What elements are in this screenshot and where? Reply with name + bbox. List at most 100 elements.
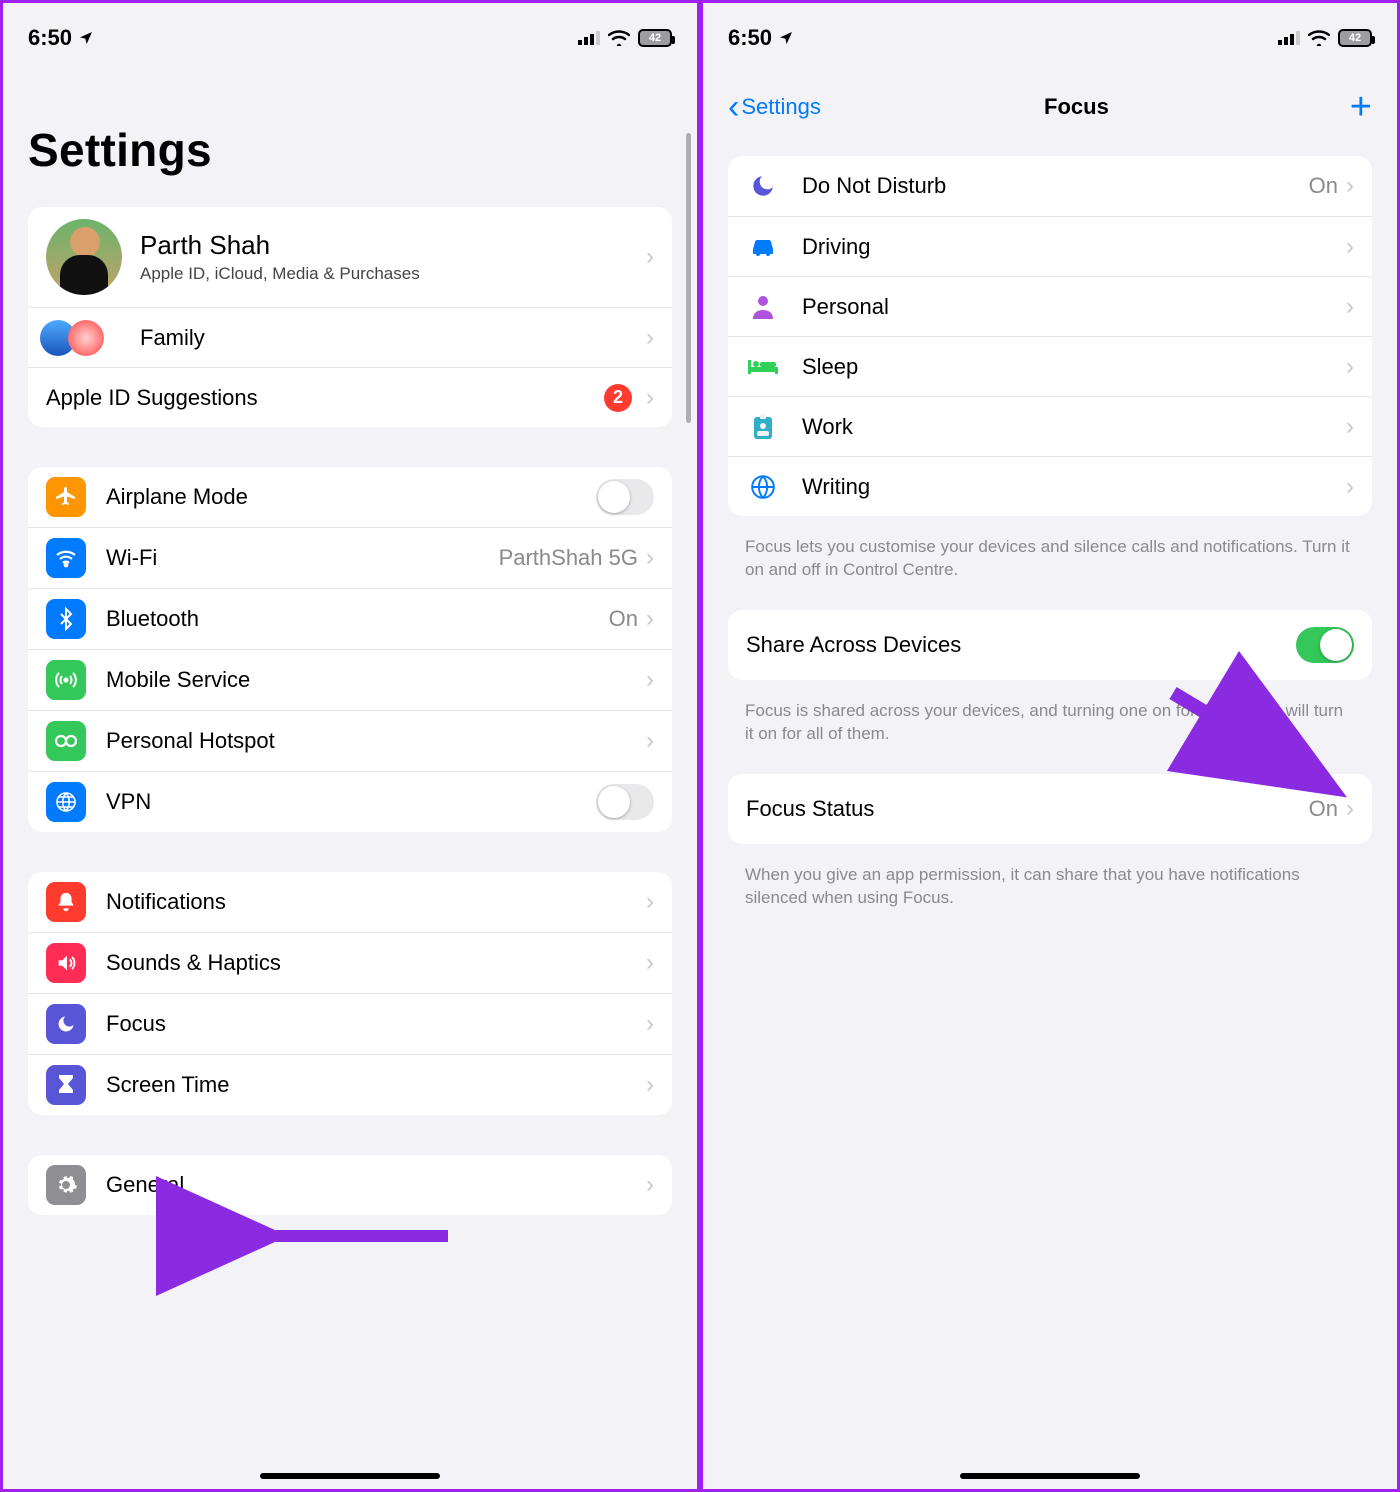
badge-count: 2: [604, 384, 632, 412]
suggestions-row[interactable]: Apple ID Suggestions 2 ›: [28, 367, 672, 427]
page-title: Settings: [3, 73, 697, 207]
hotspot-row[interactable]: Personal Hotspot ›: [28, 710, 672, 771]
nav-bar: ‹ Settings Focus +: [703, 73, 1397, 141]
share-note: Focus is shared across your devices, and…: [703, 690, 1397, 774]
focus-label: Focus: [106, 1011, 646, 1037]
person-icon: [746, 295, 780, 319]
work-row[interactable]: Work ›: [728, 396, 1372, 456]
share-row[interactable]: Share Across Devices: [728, 610, 1372, 680]
sounds-row[interactable]: Sounds & Haptics ›: [28, 932, 672, 993]
chevron-right-icon: ›: [646, 544, 654, 572]
chevron-right-icon: ›: [646, 1071, 654, 1099]
chevron-right-icon: ›: [646, 727, 654, 755]
scrollbar[interactable]: [686, 133, 691, 423]
sleep-label: Sleep: [802, 354, 1346, 380]
back-button[interactable]: ‹ Settings: [728, 94, 821, 120]
apple-id-row[interactable]: Parth Shah Apple ID, iCloud, Media & Pur…: [28, 207, 672, 307]
focus-note: Focus lets you customise your devices an…: [703, 526, 1397, 610]
focus-status-label: Focus Status: [746, 796, 1309, 822]
profile-desc: Apple ID, iCloud, Media & Purchases: [140, 264, 646, 284]
general-card: General ›: [28, 1155, 672, 1215]
chevron-right-icon: ›: [1346, 413, 1354, 441]
chevron-right-icon: ›: [646, 888, 654, 916]
notifications-row[interactable]: Notifications ›: [28, 872, 672, 932]
chevron-right-icon: ›: [1346, 473, 1354, 501]
chevron-right-icon: ›: [1346, 293, 1354, 321]
family-row[interactable]: Family ›: [28, 307, 672, 367]
nav-title: Focus: [821, 94, 1332, 120]
chevron-right-icon: ›: [1346, 172, 1354, 200]
wifi-label: Wi-Fi: [106, 545, 499, 571]
badge-id-icon: [746, 414, 780, 440]
bluetooth-row[interactable]: Bluetooth On ›: [28, 588, 672, 649]
globe-icon: [746, 474, 780, 500]
focus-status-row[interactable]: Focus Status On ›: [728, 774, 1372, 844]
profile-card: Parth Shah Apple ID, iCloud, Media & Pur…: [28, 207, 672, 427]
bed-icon: [746, 358, 780, 376]
dnd-row[interactable]: Do Not Disturb On ›: [728, 156, 1372, 216]
location-arrow-icon: [78, 30, 94, 46]
driving-row[interactable]: Driving ›: [728, 216, 1372, 276]
share-label: Share Across Devices: [746, 632, 1296, 658]
personal-row[interactable]: Personal ›: [728, 276, 1372, 336]
car-icon: [746, 237, 780, 257]
gear-icon: [46, 1165, 86, 1205]
share-toggle[interactable]: [1296, 627, 1354, 663]
bluetooth-label: Bluetooth: [106, 606, 609, 632]
add-button[interactable]: +: [1332, 86, 1372, 129]
driving-label: Driving: [802, 234, 1346, 260]
vpn-toggle[interactable]: [596, 784, 654, 820]
profile-name: Parth Shah: [140, 230, 646, 261]
general-label: General: [106, 1172, 646, 1198]
writing-label: Writing: [802, 474, 1346, 500]
status-bar: 6:50 42: [3, 3, 697, 73]
vpn-label: VPN: [106, 789, 596, 815]
avatar: [46, 219, 122, 295]
general-row[interactable]: General ›: [28, 1155, 672, 1215]
wifi-settings-icon: [46, 538, 86, 578]
airplane-toggle[interactable]: [596, 479, 654, 515]
cellular-icon: [578, 31, 600, 45]
focus-status-note: When you give an app permission, it can …: [703, 854, 1397, 938]
chevron-right-icon: ›: [1346, 233, 1354, 261]
wifi-row[interactable]: Wi-Fi ParthShah 5G ›: [28, 527, 672, 588]
chevron-right-icon: ›: [1346, 353, 1354, 381]
vpn-row[interactable]: VPN: [28, 771, 672, 832]
chevron-right-icon: ›: [646, 1171, 654, 1199]
mobile-label: Mobile Service: [106, 667, 646, 693]
phone-focus: 6:50 42 ‹ Settings Focus + Do Not Distur…: [700, 0, 1400, 1492]
chevron-right-icon: ›: [646, 243, 654, 271]
hotspot-label: Personal Hotspot: [106, 728, 646, 754]
share-card: Share Across Devices: [728, 610, 1372, 680]
focus-row[interactable]: Focus ›: [28, 993, 672, 1054]
home-indicator[interactable]: [260, 1473, 440, 1479]
globe-icon: [46, 782, 86, 822]
battery-icon: 42: [1338, 29, 1372, 47]
home-indicator[interactable]: [960, 1473, 1140, 1479]
network-card: Airplane Mode Wi-Fi ParthShah 5G › Bluet…: [28, 467, 672, 832]
focus-modes-card: Do Not Disturb On › Driving › Personal ›…: [728, 156, 1372, 516]
sleep-row[interactable]: Sleep ›: [728, 336, 1372, 396]
speaker-icon: [46, 943, 86, 983]
wifi-icon: [608, 30, 630, 46]
work-label: Work: [802, 414, 1346, 440]
battery-icon: 42: [638, 29, 672, 47]
focus-status-card: Focus Status On ›: [728, 774, 1372, 844]
screentime-row[interactable]: Screen Time ›: [28, 1054, 672, 1115]
back-label: Settings: [741, 94, 821, 120]
airplane-row[interactable]: Airplane Mode: [28, 467, 672, 527]
phone-settings: 6:50 42 Settings Parth Shah Apple ID, iC…: [0, 0, 700, 1492]
chevron-right-icon: ›: [1346, 795, 1354, 823]
wifi-value: ParthShah 5G: [499, 545, 638, 571]
writing-row[interactable]: Writing ›: [728, 456, 1372, 516]
mobile-row[interactable]: Mobile Service ›: [28, 649, 672, 710]
cellular-icon: [1278, 31, 1300, 45]
suggestions-label: Apple ID Suggestions: [46, 385, 604, 411]
family-label: Family: [140, 325, 646, 351]
chevron-right-icon: ›: [646, 666, 654, 694]
chevron-right-icon: ›: [646, 605, 654, 633]
focus-status-value: On: [1309, 796, 1338, 822]
chevron-left-icon: ‹: [728, 97, 739, 117]
bluetooth-icon: [46, 599, 86, 639]
system-card: Notifications › Sounds & Haptics › Focus…: [28, 872, 672, 1115]
